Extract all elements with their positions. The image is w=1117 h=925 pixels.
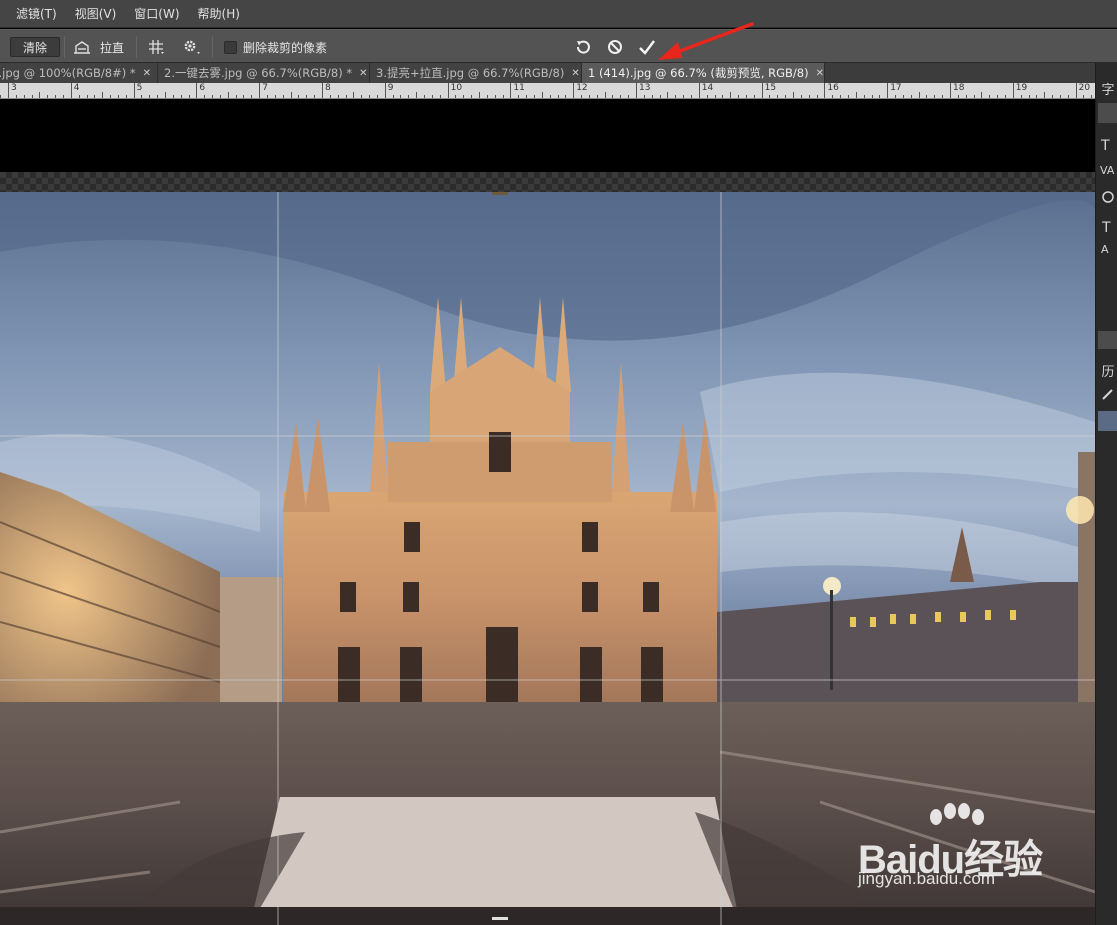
character-panel-tab[interactable]: 字 xyxy=(1098,79,1117,98)
document-tab-active[interactable]: 1 (414).jpg @ 66.7% (裁剪预览, RGB/8) ✕ xyxy=(582,63,825,83)
text-size-icon[interactable]: T xyxy=(1098,135,1117,155)
menu-help[interactable]: 帮助(H) xyxy=(198,5,240,22)
crop-options-bar: 清除 拉直 删除裁剪的像素 xyxy=(0,22,1117,64)
straighten-icon[interactable] xyxy=(72,30,92,64)
close-icon[interactable]: ✕ xyxy=(816,68,824,79)
history-panel-tab[interactable]: 历 xyxy=(1098,361,1117,380)
document-tab[interactable]: 3.提亮+拉直.jpg @ 66.7%(RGB/8) ✕ xyxy=(370,63,582,83)
transparent-area xyxy=(0,172,1095,192)
gear-icon[interactable] xyxy=(180,30,202,64)
svg-text:T: T xyxy=(1101,220,1111,235)
baidu-watermark: Baidu经验 jingyan.baidu.com xyxy=(858,803,1108,893)
ruler-label: 14 xyxy=(701,83,714,93)
ruler-label: 13 xyxy=(639,83,651,93)
ruler-label: 20 xyxy=(1078,83,1091,93)
tab-label: 2.一键去雾.jpg @ 66.7%(RGB/8) * xyxy=(164,66,353,80)
ruler-label: 9 xyxy=(387,83,394,93)
brush-icon[interactable] xyxy=(1098,385,1117,403)
close-icon[interactable]: ✕ xyxy=(571,68,579,79)
ruler-label: 16 xyxy=(827,83,839,93)
clear-button[interactable]: 清除 xyxy=(10,37,60,57)
panel-button[interactable] xyxy=(1098,331,1117,349)
svg-text:A: A xyxy=(1101,243,1109,256)
font-field[interactable] xyxy=(1098,103,1117,123)
reset-crop-icon[interactable] xyxy=(572,30,594,64)
delete-cropped-pixels-label: 删除裁剪的像素 xyxy=(243,40,328,55)
document-tab-bar: 黄.jpg @ 100%(RGB/8#) * ✕ 2.一键去雾.jpg @ 66.… xyxy=(0,63,1095,83)
menu-view[interactable]: 视图(V) xyxy=(75,5,117,22)
close-icon[interactable]: ✕ xyxy=(143,68,151,79)
checkbox-box[interactable] xyxy=(224,40,237,54)
straighten-label[interactable]: 拉直 xyxy=(100,30,124,64)
ruler-label: 11 xyxy=(513,83,525,93)
delete-cropped-pixels-checkbox[interactable]: 删除裁剪的像素 xyxy=(224,30,327,64)
ruler-label: 3 xyxy=(11,83,17,93)
ruler-label: 15 xyxy=(764,83,777,93)
ruler-label: 8 xyxy=(325,83,331,93)
cancel-crop-icon[interactable] xyxy=(604,30,626,64)
ruler-label: 5 xyxy=(136,83,143,93)
ruler-label: 18 xyxy=(953,83,965,93)
tab-label: 1 (414).jpg @ 66.7% (裁剪预览, RGB/8) xyxy=(588,66,809,80)
svg-text:T: T xyxy=(1101,138,1110,153)
tab-label: 黄.jpg @ 100%(RGB/8#) * xyxy=(0,66,136,80)
ruler-label: 12 xyxy=(576,83,588,93)
svg-text:VA: VA xyxy=(1100,164,1115,176)
horizontal-ruler[interactable]: 3 4 5 6 7 8 9 10 11 12 13 14 15 16 17 18 19 20 xyxy=(0,83,1095,99)
kerning-icon[interactable]: VA xyxy=(1098,159,1117,179)
tab-label: 3.提亮+拉直.jpg @ 66.7%(RGB/8) xyxy=(376,66,565,80)
baseline-icon[interactable]: A xyxy=(1098,239,1117,259)
ruler-ticks xyxy=(0,83,1092,98)
menu-window[interactable]: 窗口(W) xyxy=(134,5,179,22)
leading-icon[interactable]: T xyxy=(1098,217,1117,237)
grid-overlay-icon[interactable] xyxy=(146,30,166,64)
scale-icon[interactable] xyxy=(1098,187,1117,207)
close-icon[interactable]: ✕ xyxy=(359,68,367,79)
ruler-label: 10 xyxy=(450,83,463,93)
watermark-url: jingyan.baidu.com xyxy=(858,869,996,888)
document-canvas[interactable] xyxy=(0,99,1095,925)
ruler-label: 7 xyxy=(262,83,268,93)
history-state[interactable] xyxy=(1098,411,1117,431)
ruler-label: 17 xyxy=(890,83,902,93)
right-panel-strip: 字 T VA T A 历 xyxy=(1095,63,1117,925)
menu-bar: 滤镜(T) 视图(V) 窗口(W) 帮助(H) xyxy=(0,0,1117,28)
document-tab[interactable]: 2.一键去雾.jpg @ 66.7%(RGB/8) * ✕ xyxy=(158,63,370,83)
ruler-label: 19 xyxy=(1015,83,1028,93)
menu-filter[interactable]: 滤镜(T) xyxy=(16,5,57,22)
ruler-label: 4 xyxy=(73,83,80,93)
document-tab[interactable]: 黄.jpg @ 100%(RGB/8#) * ✕ xyxy=(0,63,158,83)
annotation-arrow-icon xyxy=(658,22,754,60)
ruler-label: 6 xyxy=(199,83,206,93)
